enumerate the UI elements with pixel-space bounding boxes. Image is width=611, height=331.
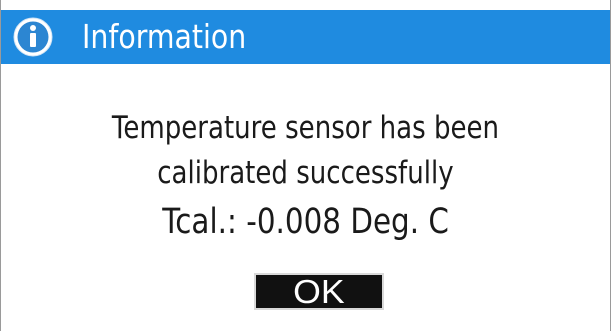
ok-button[interactable]: OK <box>254 273 384 310</box>
message-line-1: Temperature sensor has been <box>111 110 500 146</box>
message-line-2: calibrated successfully <box>157 155 454 191</box>
info-icon <box>13 17 53 57</box>
calibration-value: Tcal.: -0.008 Deg. C <box>162 202 449 242</box>
dialog-titlebar: Information <box>1 10 610 64</box>
information-dialog: Information Temperature sensor has been … <box>0 0 611 331</box>
dialog-title: Information <box>82 17 247 56</box>
